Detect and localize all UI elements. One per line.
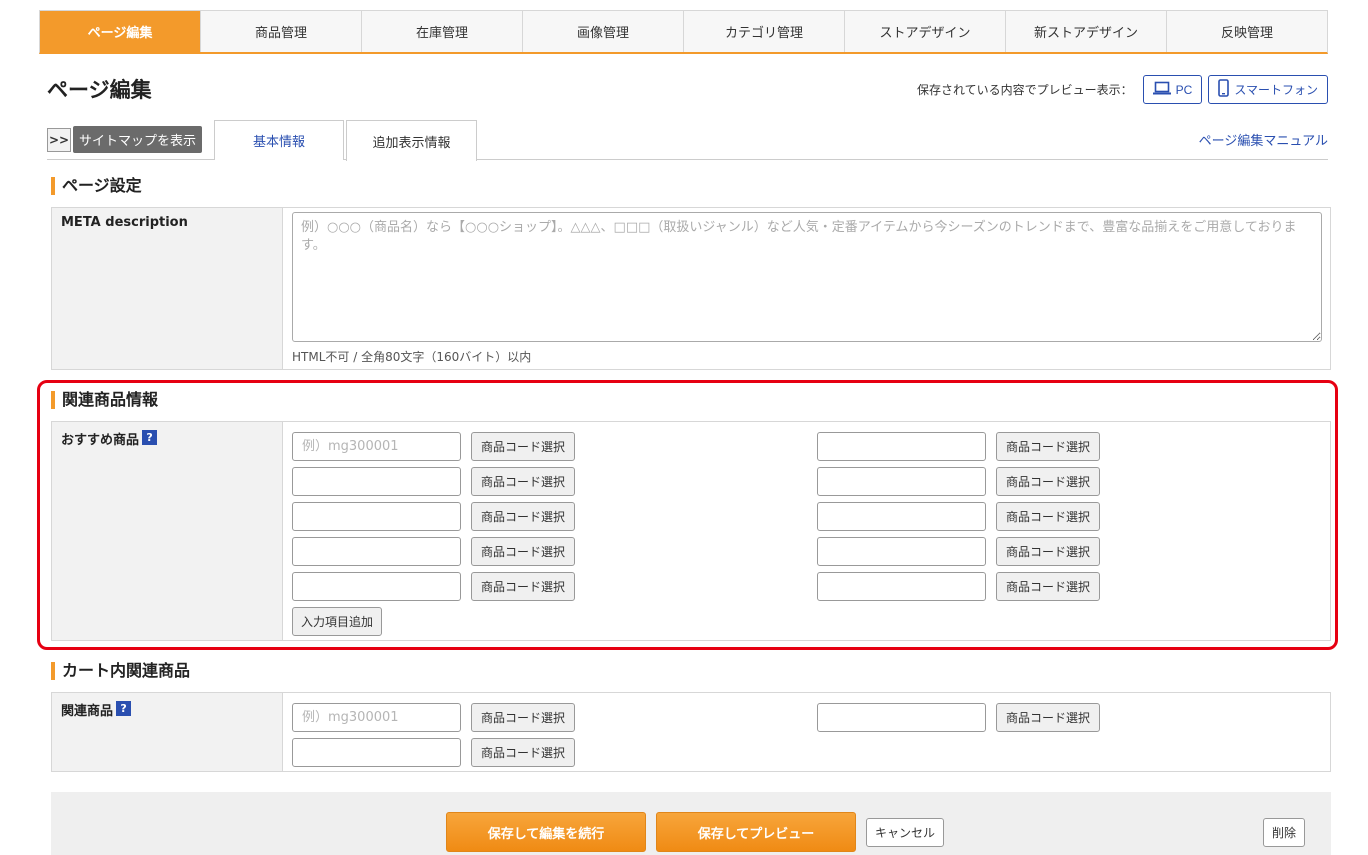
cart-related-products-label-text: 関連商品 (61, 704, 114, 719)
nav-publish-management[interactable]: 反映管理 (1167, 11, 1327, 52)
delete-button[interactable]: 削除 (1263, 818, 1306, 847)
product-code-select-button[interactable]: 商品コード選択 (996, 572, 1100, 601)
preview-smartphone-label: スマートフォン (1234, 83, 1318, 97)
footer-action-bar: 保存して編集を続行 保存してプレビュー キャンセル 削除 (51, 792, 1331, 855)
meta-description-row: META description HTML不可 / 全角80文字（160バイト）… (51, 207, 1331, 370)
cancel-button[interactable]: キャンセル (866, 818, 945, 847)
meta-description-textarea[interactable] (292, 212, 1322, 342)
product-code-select-button[interactable]: 商品コード選択 (471, 537, 575, 566)
meta-description-label: META description (52, 208, 283, 369)
nav-page-edit[interactable]: ページ編集 (40, 11, 201, 52)
preview-pc-label: PC (1175, 82, 1193, 97)
nav-store-design[interactable]: ストアデザイン (845, 11, 1006, 52)
top-navigation: ページ編集 商品管理 在庫管理 画像管理 カテゴリ管理 ストアデザイン 新ストア… (39, 10, 1328, 54)
page-settings-heading: ページ設定 (51, 177, 142, 195)
nav-inventory-management[interactable]: 在庫管理 (362, 11, 523, 52)
meta-description-body: HTML不可 / 全角80文字（160バイト）以内 (283, 208, 1330, 369)
double-chevron-right-icon[interactable]: >> (47, 127, 71, 152)
product-code-select-button[interactable]: 商品コード選択 (996, 467, 1100, 496)
product-code-select-button[interactable]: 商品コード選択 (471, 432, 575, 461)
help-icon[interactable]: ? (142, 430, 158, 445)
smartphone-icon (1218, 79, 1230, 100)
save-and-continue-button[interactable]: 保存して編集を続行 (446, 812, 646, 852)
nav-image-management[interactable]: 画像管理 (523, 11, 684, 52)
product-code-select-button[interactable]: 商品コード選択 (471, 467, 575, 496)
cart-product-code-select-button[interactable]: 商品コード選択 (471, 738, 575, 767)
product-code-input[interactable] (817, 502, 986, 531)
tab-additional-info[interactable]: 追加表示情報 (346, 120, 477, 161)
product-code-select-button[interactable]: 商品コード選択 (471, 572, 575, 601)
nav-product-management[interactable]: 商品管理 (201, 11, 362, 52)
sitemap-label[interactable]: サイトマップを表示 (73, 126, 203, 153)
product-code-input[interactable] (292, 537, 461, 566)
product-code-select-button[interactable]: 商品コード選択 (471, 502, 575, 531)
cart-related-heading: カート内関連商品 (51, 662, 190, 680)
cart-product-code-input[interactable] (292, 703, 461, 732)
product-code-input[interactable] (292, 502, 461, 531)
product-code-input[interactable] (292, 572, 461, 601)
product-code-input[interactable] (817, 467, 986, 496)
product-code-input[interactable] (817, 537, 986, 566)
preview-area: 保存されている内容でプレビュー表示： PC スマートフォン (917, 75, 1328, 104)
product-code-select-button[interactable]: 商品コード選択 (996, 502, 1100, 531)
cart-related-products-row: 関連商品 ? 商品コード選択 商品コード選択 商品コード選択 (51, 692, 1331, 772)
laptop-icon (1152, 81, 1171, 98)
page-edit-manual-link[interactable]: ページ編集マニュアル (1199, 130, 1328, 149)
cart-related-products-label: 関連商品 ? (52, 693, 283, 771)
recommended-products-row: おすすめ商品 ? 商品コード選択 商品コード選択 商品コード選択 商品コード選択… (51, 421, 1331, 641)
recommended-products-label-text: おすすめ商品 (61, 433, 140, 448)
cart-related-products-body: 商品コード選択 商品コード選択 商品コード選択 (283, 693, 1330, 771)
preview-pc-button[interactable]: PC (1142, 75, 1203, 104)
product-code-input[interactable] (817, 432, 986, 461)
tab-basic-info[interactable]: 基本情報 (214, 120, 344, 160)
tabs-row: >> サイトマップを表示 基本情報 追加表示情報 ページ編集マニュアル (47, 120, 1328, 161)
recommended-products-label: おすすめ商品 ? (52, 422, 283, 640)
cart-product-code-select-button[interactable]: 商品コード選択 (996, 703, 1100, 732)
add-input-field-button[interactable]: 入力項目追加 (292, 607, 383, 636)
nav-category-management[interactable]: カテゴリ管理 (684, 11, 845, 52)
preview-smartphone-button[interactable]: スマートフォン (1208, 75, 1328, 104)
cart-product-code-input[interactable] (817, 703, 986, 732)
meta-description-label-text: META description (61, 215, 188, 230)
recommended-products-body: 商品コード選択 商品コード選択 商品コード選択 商品コード選択 商品コード選択 … (283, 422, 1330, 640)
save-and-preview-button[interactable]: 保存してプレビュー (656, 812, 856, 852)
nav-new-store-design[interactable]: 新ストアデザイン (1006, 11, 1167, 52)
sitemap-toggle[interactable]: >> サイトマップを表示 (47, 126, 203, 153)
product-code-input[interactable] (292, 467, 461, 496)
help-icon[interactable]: ? (116, 701, 132, 716)
preview-label: 保存されている内容でプレビュー表示： (917, 83, 1133, 97)
product-code-select-button[interactable]: 商品コード選択 (996, 537, 1100, 566)
cart-product-code-input[interactable] (292, 738, 461, 767)
product-code-input[interactable] (292, 432, 461, 461)
product-code-select-button[interactable]: 商品コード選択 (996, 432, 1100, 461)
page-title: ページ編集 (47, 78, 152, 102)
meta-description-note: HTML不可 / 全角80文字（160バイト）以内 (292, 350, 532, 364)
related-products-heading: 関連商品情報 (51, 391, 158, 409)
cart-product-code-select-button[interactable]: 商品コード選択 (471, 703, 575, 732)
product-code-input[interactable] (817, 572, 986, 601)
